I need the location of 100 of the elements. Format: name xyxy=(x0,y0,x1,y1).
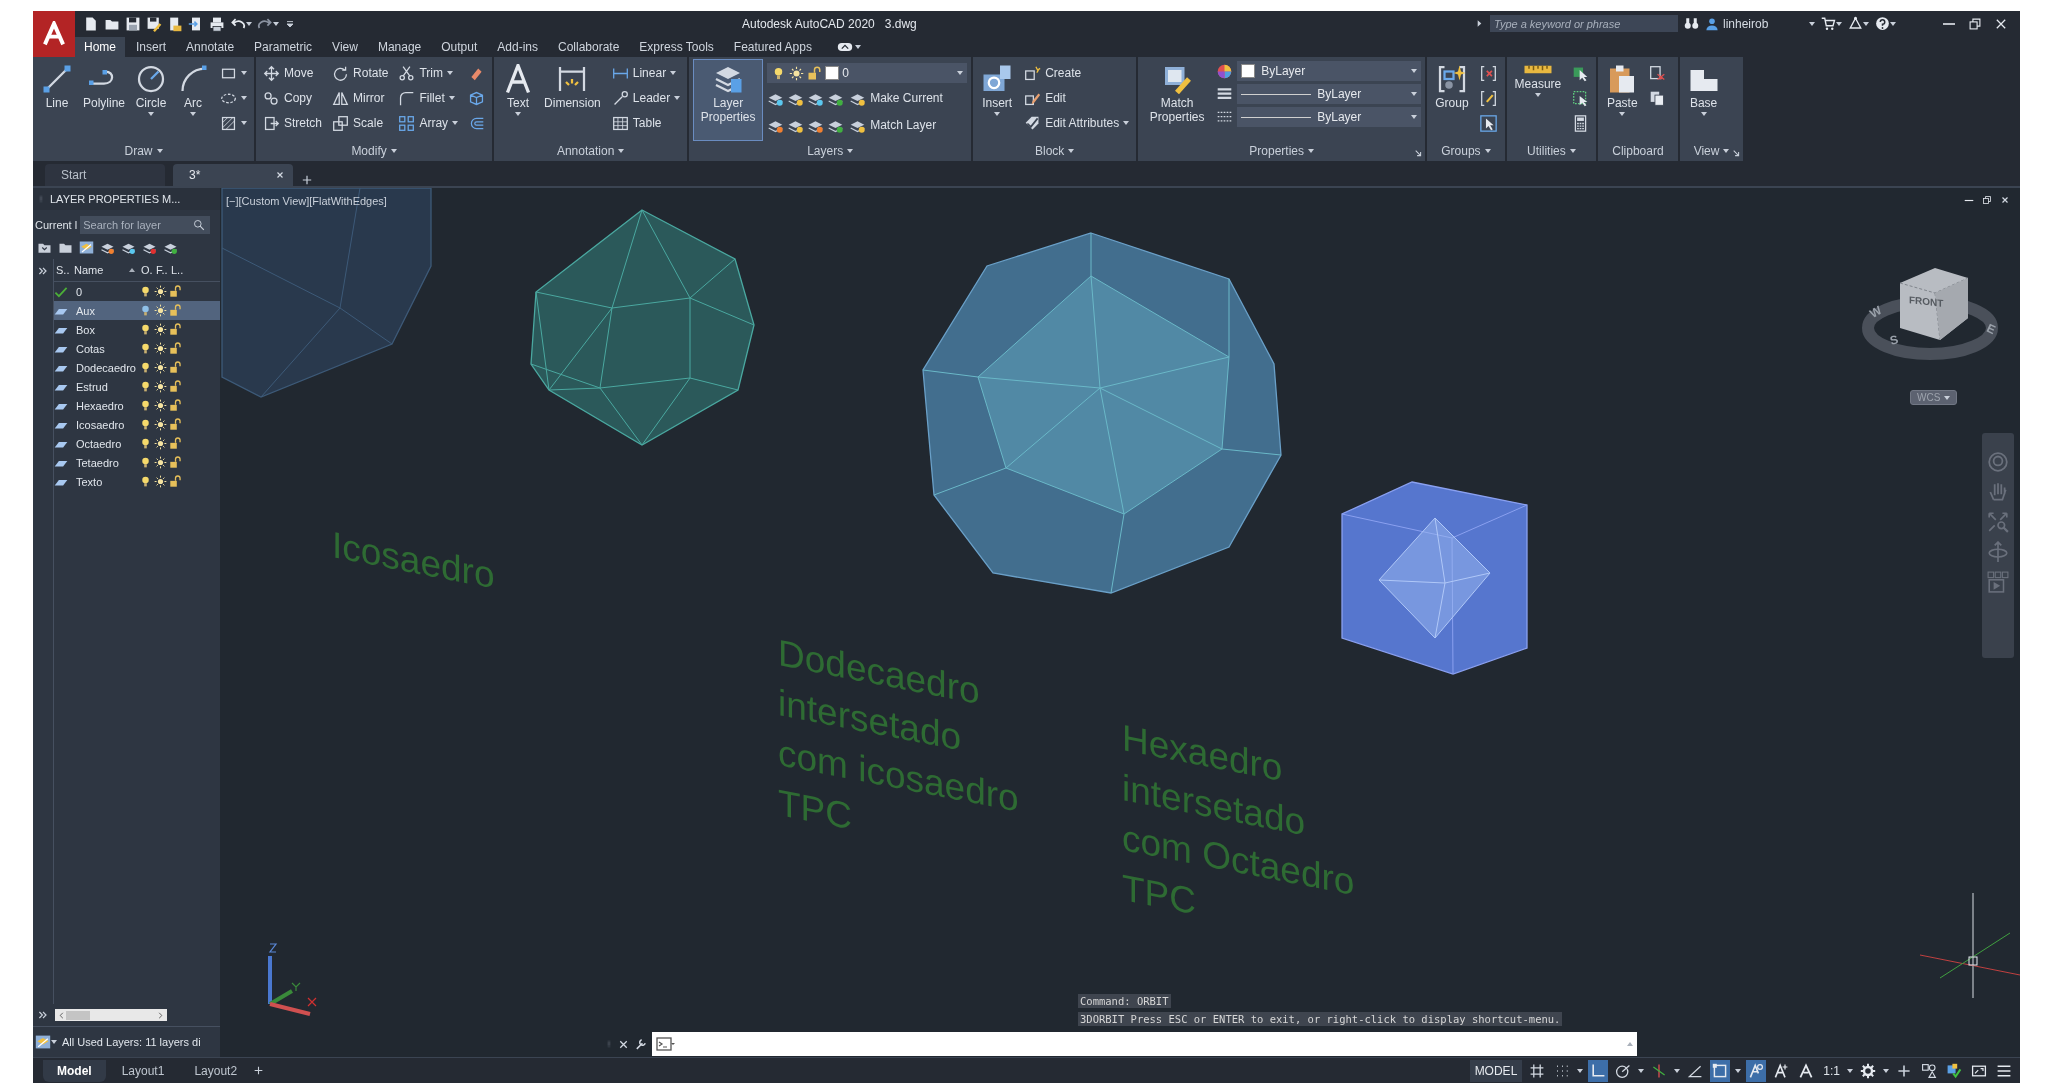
layer-name: 0 xyxy=(75,285,84,298)
layer-name: Cotas xyxy=(75,342,106,355)
drawing-text: TPC xyxy=(1122,866,1197,925)
app-title: Autodesk AutoCAD 2020 xyxy=(742,16,875,31)
ribbon-tab[interactable]: Featured Apps xyxy=(724,37,821,57)
tool-button[interactable]: Scale xyxy=(329,111,392,135)
linetype-dropdown[interactable]: ByLayer xyxy=(1237,107,1422,127)
tool-button[interactable]: Fillet xyxy=(395,86,462,110)
tool-button[interactable]: Group xyxy=(1431,59,1473,141)
ribbon-tab[interactable]: Manage xyxy=(368,37,431,57)
cube-face-label[interactable]: FRONT xyxy=(1909,294,1944,309)
layer-name: Box xyxy=(75,323,96,336)
layer-row[interactable]: Texto xyxy=(54,472,220,491)
tool-button[interactable]: Layer Properties xyxy=(693,59,764,141)
filter-status: All Used Layers: 11 layers di xyxy=(62,1036,201,1048)
search-field[interactable]: Type a keyword or phrase xyxy=(1490,15,1678,32)
panel-title[interactable]: Draw xyxy=(124,144,153,158)
ribbon-tab[interactable]: Home xyxy=(75,37,125,57)
tool-button[interactable]: Insert xyxy=(977,59,1018,141)
ribbon-tab[interactable]: Annotate xyxy=(177,37,244,57)
lineweight-dropdown[interactable]: ByLayer xyxy=(1237,84,1422,104)
tool-button[interactable]: Edit Attributes xyxy=(1021,111,1133,135)
layer-search-field[interactable]: Search for layer xyxy=(80,216,211,234)
panel-title[interactable]: Properties xyxy=(1249,144,1305,158)
drawing-text: Icosaedro xyxy=(332,523,495,599)
file-tab[interactable]: 3* xyxy=(173,164,293,186)
panel-title[interactable]: Utilities xyxy=(1527,144,1566,158)
tool-button[interactable]: Edit xyxy=(1021,86,1133,110)
palette-title: LAYER PROPERTIES M... xyxy=(50,193,181,205)
layer-name: Estrud xyxy=(75,380,109,393)
panel-title[interactable]: Groups xyxy=(1441,144,1481,158)
tool-button[interactable]: Match Layer xyxy=(847,113,940,137)
layer-row[interactable]: Tetaedro xyxy=(54,453,220,472)
layer-row[interactable]: Octaedro xyxy=(54,434,220,453)
column-header[interactable]: O. xyxy=(141,264,153,276)
tool-button[interactable]: Match Properties xyxy=(1142,59,1213,141)
file-tab[interactable]: Start xyxy=(45,164,165,186)
layer-row[interactable]: Icosaedro xyxy=(54,415,220,434)
layer-dropdown[interactable]: 0 xyxy=(767,63,968,83)
column-header[interactable]: F.. xyxy=(156,264,168,276)
ribbon-tab[interactable]: Express Tools xyxy=(630,37,723,57)
layer-row[interactable]: Estrud xyxy=(54,377,220,396)
user-name[interactable]: linheirob xyxy=(1723,16,1769,31)
layout-tab[interactable]: Layout1 xyxy=(107,1059,179,1082)
tool-button[interactable]: Table xyxy=(608,111,684,135)
column-header[interactable]: S.. xyxy=(56,264,70,276)
tool-button[interactable]: Line xyxy=(37,59,77,141)
tool-button[interactable]: Dimension xyxy=(540,59,605,141)
tool-button[interactable]: Copy xyxy=(260,86,326,110)
tool-button[interactable]: Polyline xyxy=(79,59,130,141)
color-dropdown[interactable]: ByLayer xyxy=(1237,61,1422,81)
layer-row[interactable]: 0 xyxy=(54,282,220,301)
panel-title[interactable]: Annotation xyxy=(556,144,615,158)
panel-title[interactable]: Block xyxy=(1035,144,1065,158)
tool-button[interactable]: Measure xyxy=(1510,59,1566,141)
tool-button[interactable]: Leader xyxy=(608,86,684,110)
tool-button[interactable]: Rotate xyxy=(329,61,392,85)
tool-button[interactable]: Array xyxy=(395,111,462,135)
layer-row[interactable]: Dodecaedro xyxy=(54,358,220,377)
layer-name: Octaedro xyxy=(75,437,123,450)
ribbon-tab[interactable]: Collaborate xyxy=(549,37,629,57)
layer-name: Aux xyxy=(75,304,96,317)
column-header[interactable]: Name xyxy=(74,264,104,276)
layer-row[interactable]: Cotas xyxy=(54,339,220,358)
panel-title[interactable]: Layers xyxy=(807,144,844,158)
tool-button[interactable]: Linear xyxy=(608,61,684,85)
annotation-scale-button[interactable]: 1:1 xyxy=(1821,1063,1842,1078)
panel-title[interactable]: View xyxy=(1693,144,1720,158)
layer-row[interactable]: Aux xyxy=(54,301,220,320)
column-header[interactable]: L.. xyxy=(171,264,184,276)
ribbon-tab[interactable]: View xyxy=(323,37,367,57)
ribbon-tab[interactable]: Output xyxy=(432,37,487,57)
tool-button[interactable]: Mirror xyxy=(329,86,392,110)
ribbon-tab[interactable]: Parametric xyxy=(245,37,322,57)
layer-row[interactable]: Hexaedro xyxy=(54,396,220,415)
layer-row[interactable]: Box xyxy=(54,320,220,339)
model-space-button[interactable]: MODEL xyxy=(1469,1059,1523,1082)
tool-button[interactable]: Make Current xyxy=(847,86,946,110)
layer-name: Icosaedro xyxy=(75,418,126,431)
panel-title[interactable]: Clipboard xyxy=(1612,144,1664,158)
tool-button[interactable]: Trim xyxy=(395,61,462,85)
layer-name: Tetaedro xyxy=(75,456,120,469)
layer-name: Texto xyxy=(75,475,104,488)
tool-button[interactable]: Create xyxy=(1021,61,1133,85)
panel-title[interactable]: Modify xyxy=(351,144,387,158)
tool-button[interactable]: Move xyxy=(260,61,326,85)
tool-button[interactable]: Paste xyxy=(1602,59,1643,141)
tool-button[interactable]: Circle xyxy=(131,59,172,141)
layout-tab[interactable]: Layout2 xyxy=(180,1059,252,1082)
layer-name: Dodecaedro xyxy=(75,361,137,374)
layout-tab[interactable]: Model xyxy=(43,1059,106,1082)
compass-label[interactable]: S xyxy=(1888,332,1900,348)
file-name: 3.dwg xyxy=(884,16,917,31)
ribbon-tab[interactable]: Insert xyxy=(127,37,176,57)
tool-button[interactable]: Base xyxy=(1683,59,1724,141)
viewport-controls-label[interactable]: [−][Custom View][FlatWithEdges] xyxy=(226,195,387,207)
ribbon-tab[interactable]: Add-ins xyxy=(488,37,547,57)
tool-button[interactable]: Stretch xyxy=(260,111,326,135)
tool-button[interactable]: Text xyxy=(498,59,539,141)
tool-button[interactable]: Arc xyxy=(173,59,214,141)
